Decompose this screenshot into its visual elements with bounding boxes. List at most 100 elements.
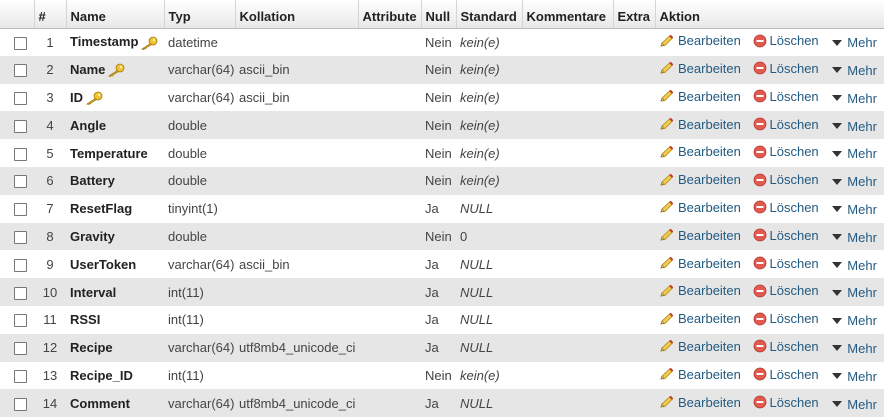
- column-name: Temperature: [70, 145, 148, 161]
- table-row: 2 Name varchar(64) ascii_bin Nein kein(e…: [0, 55, 884, 84]
- pencil-icon: [660, 395, 674, 408]
- pencil-icon: [660, 173, 674, 186]
- row-checkbox[interactable]: [14, 369, 27, 383]
- more-button[interactable]: Mehr: [830, 313, 877, 328]
- row-checkbox[interactable]: [14, 175, 27, 189]
- column-comments: [522, 250, 613, 278]
- edit-button[interactable]: Bearbeiten: [659, 61, 741, 76]
- delete-button[interactable]: Löschen: [753, 33, 819, 48]
- edit-label: Bearbeiten: [678, 60, 741, 76]
- more-button[interactable]: Mehr: [830, 230, 877, 245]
- row-checkbox[interactable]: [14, 314, 27, 328]
- default-value: NULL: [460, 201, 494, 217]
- caret-down-icon: [832, 317, 843, 324]
- header-null[interactable]: Null: [421, 0, 457, 29]
- header-name[interactable]: Name: [66, 0, 165, 29]
- delete-button[interactable]: Löschen: [753, 172, 819, 187]
- edit-button[interactable]: Bearbeiten: [659, 283, 741, 298]
- column-comments: [522, 306, 613, 334]
- delete-button[interactable]: Löschen: [753, 395, 819, 410]
- more-button[interactable]: Mehr: [830, 341, 877, 356]
- row-checkbox[interactable]: [14, 286, 27, 300]
- more-label: Mehr: [847, 257, 877, 273]
- header-comments[interactable]: Kommentare: [522, 0, 614, 29]
- header-type[interactable]: Typ: [164, 0, 236, 29]
- pencil-icon: [660, 256, 674, 269]
- default-value: kein(e): [460, 173, 500, 189]
- more-button[interactable]: Mehr: [830, 258, 877, 273]
- row-checkbox[interactable]: [14, 92, 27, 106]
- delete-label: Löschen: [769, 227, 819, 243]
- edit-button[interactable]: Bearbeiten: [659, 311, 741, 326]
- more-button[interactable]: Mehr: [830, 369, 877, 384]
- header-number[interactable]: #: [34, 0, 67, 29]
- delete-icon: [753, 312, 766, 326]
- delete-button[interactable]: Löschen: [753, 228, 819, 243]
- row-checkbox[interactable]: [14, 36, 27, 50]
- caret-down-icon: [832, 289, 843, 296]
- row-actions: Bearbeiten Löschen Mehr: [655, 56, 884, 84]
- row-number: 10: [42, 284, 58, 300]
- column-comments: [522, 56, 613, 84]
- more-button[interactable]: Mehr: [830, 63, 877, 78]
- delete-button[interactable]: Löschen: [753, 367, 819, 382]
- delete-icon: [753, 173, 766, 187]
- delete-button[interactable]: Löschen: [753, 311, 819, 326]
- row-checkbox-cell: [0, 139, 34, 167]
- more-button[interactable]: Mehr: [830, 174, 877, 189]
- column-collation: [235, 362, 358, 390]
- key-icon: [141, 36, 158, 50]
- column-name: UserToken: [70, 256, 137, 272]
- more-button[interactable]: Mehr: [830, 146, 877, 161]
- delete-button[interactable]: Löschen: [753, 256, 819, 271]
- column-type: double: [168, 228, 208, 244]
- edit-button[interactable]: Bearbeiten: [659, 172, 741, 187]
- edit-button[interactable]: Bearbeiten: [659, 33, 741, 48]
- header-default[interactable]: Standard: [456, 0, 523, 29]
- delete-button[interactable]: Löschen: [753, 200, 819, 215]
- delete-button[interactable]: Löschen: [753, 117, 819, 132]
- row-checkbox[interactable]: [14, 258, 27, 272]
- delete-button[interactable]: Löschen: [753, 339, 819, 354]
- delete-button[interactable]: Löschen: [753, 144, 819, 159]
- row-checkbox[interactable]: [14, 203, 27, 217]
- column-default: NULL: [456, 389, 522, 417]
- more-button[interactable]: Mehr: [830, 285, 877, 300]
- row-checkbox[interactable]: [14, 342, 27, 356]
- more-button[interactable]: Mehr: [830, 35, 877, 50]
- edit-button[interactable]: Bearbeiten: [659, 228, 741, 243]
- edit-button[interactable]: Bearbeiten: [659, 200, 741, 215]
- column-collation: [235, 278, 358, 306]
- row-checkbox[interactable]: [14, 119, 27, 133]
- column-null: Nein: [425, 367, 452, 383]
- edit-button[interactable]: Bearbeiten: [659, 117, 741, 132]
- edit-button[interactable]: Bearbeiten: [659, 367, 741, 382]
- row-checkbox[interactable]: [14, 147, 27, 161]
- column-name: Interval: [70, 284, 117, 300]
- header-extra[interactable]: Extra: [613, 0, 656, 29]
- delete-button[interactable]: Löschen: [753, 61, 819, 76]
- header-collation[interactable]: Kollation: [235, 0, 359, 29]
- more-button[interactable]: Mehr: [830, 119, 877, 134]
- delete-button[interactable]: Löschen: [753, 89, 819, 104]
- edit-button[interactable]: Bearbeiten: [659, 339, 741, 354]
- delete-button[interactable]: Löschen: [753, 283, 819, 298]
- edit-button[interactable]: Bearbeiten: [659, 395, 741, 410]
- row-checkbox[interactable]: [14, 64, 27, 78]
- column-name: Timestamp: [70, 34, 139, 50]
- more-button[interactable]: Mehr: [830, 202, 877, 217]
- default-value: kein(e): [460, 34, 500, 50]
- header-attributes[interactable]: Attribute: [358, 0, 422, 29]
- column-collation: ascii_bin: [239, 62, 290, 78]
- edit-button[interactable]: Bearbeiten: [659, 89, 741, 104]
- row-checkbox[interactable]: [14, 231, 27, 244]
- more-button[interactable]: Mehr: [830, 91, 877, 106]
- edit-button[interactable]: Bearbeiten: [659, 256, 741, 271]
- edit-button[interactable]: Bearbeiten: [659, 144, 741, 159]
- caret-down-icon: [832, 150, 843, 157]
- more-button[interactable]: Mehr: [830, 397, 877, 412]
- column-name-cell: UserToken: [66, 250, 164, 278]
- row-number: 11: [43, 312, 57, 328]
- column-name: Recipe_ID: [70, 367, 133, 383]
- row-checkbox[interactable]: [14, 397, 27, 411]
